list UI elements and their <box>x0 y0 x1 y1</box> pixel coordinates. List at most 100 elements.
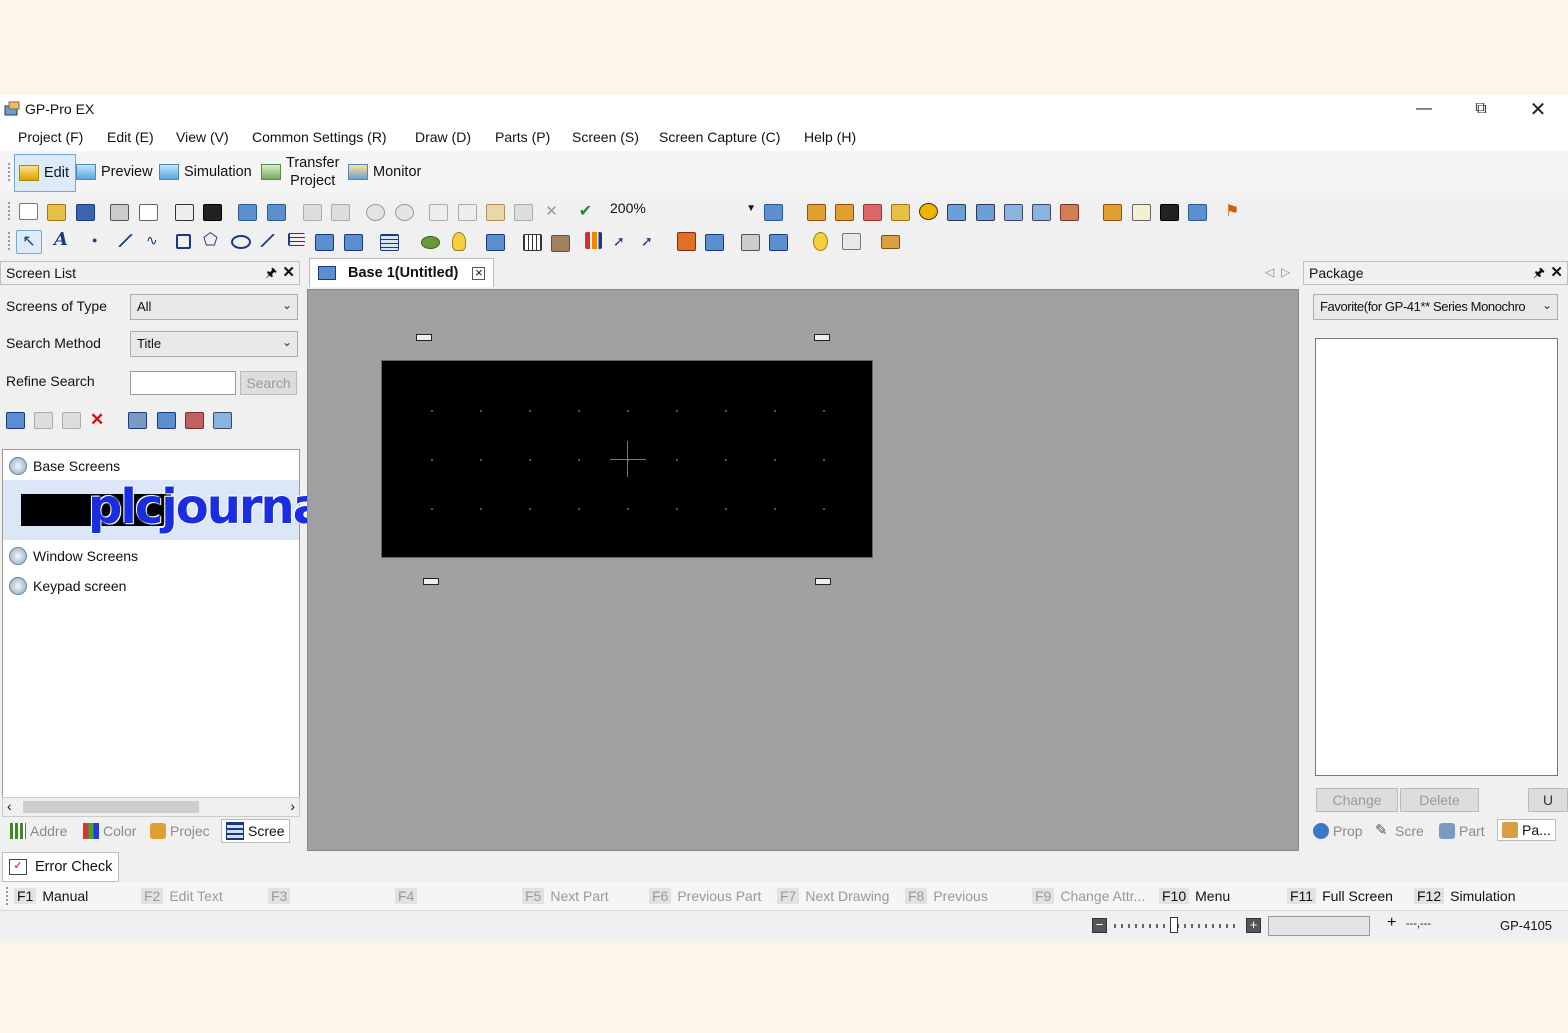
print-preview-icon[interactable] <box>139 204 158 221</box>
alarm-icon[interactable] <box>677 232 696 251</box>
video-icon[interactable] <box>1188 204 1207 221</box>
text-table-icon[interactable] <box>947 204 966 221</box>
script-icon[interactable] <box>1132 204 1151 221</box>
bulb-icon[interactable] <box>452 232 466 251</box>
f4-button[interactable]: F4 <box>395 888 423 904</box>
f2-button[interactable]: F2 Edit Text <box>141 888 223 904</box>
open-screen-icon[interactable] <box>267 204 286 221</box>
undo-icon[interactable] <box>366 204 385 221</box>
polyline-tool-icon[interactable]: ∿ <box>146 233 161 247</box>
screen-list-view-icon[interactable] <box>157 412 176 429</box>
f11-button[interactable]: F11 Full Screen <box>1287 888 1393 904</box>
address-icon[interactable] <box>807 204 826 221</box>
hmi-screen[interactable] <box>381 360 873 558</box>
data-table-icon[interactable] <box>523 234 542 251</box>
special-tool-icon[interactable] <box>842 233 861 250</box>
f3-button[interactable]: F3 <box>268 888 296 904</box>
transfer-icon-small[interactable] <box>175 204 194 221</box>
f12-button[interactable]: F12 Simulation <box>1414 888 1516 904</box>
screen-sort-icon[interactable] <box>213 412 232 429</box>
zoom-out-icon[interactable]: − <box>1092 918 1107 933</box>
close-all-icon[interactable] <box>331 204 350 221</box>
screens-of-type-select[interactable]: All ⌄ <box>130 294 298 320</box>
menu-screen[interactable]: Screen (S) <box>572 129 639 145</box>
lamp-base-icon[interactable] <box>421 236 440 249</box>
f1-button[interactable]: F1 Manual <box>14 888 88 904</box>
parts-list-icon[interactable] <box>863 204 882 221</box>
menu-help[interactable]: Help (H) <box>804 129 856 145</box>
document-tab[interactable]: Base 1(Untitled) × <box>309 258 495 287</box>
dot-tool-icon[interactable]: ● <box>92 236 107 249</box>
tab-project[interactable]: Projec <box>150 823 210 839</box>
cut-icon[interactable] <box>429 204 448 221</box>
close-panel-icon[interactable]: ✕ <box>1550 263 1563 281</box>
open-folder-icon[interactable] <box>47 204 66 221</box>
tab-scroll-right-icon[interactable]: ▷ <box>1281 265 1290 279</box>
tab-package[interactable]: Pa... <box>1497 819 1556 841</box>
restore-button[interactable]: ⧉ <box>1452 95 1510 123</box>
new-project-icon[interactable] <box>19 203 38 220</box>
message-display-icon[interactable] <box>769 234 788 251</box>
f10-button[interactable]: F10 Menu <box>1159 888 1230 904</box>
redo-icon[interactable] <box>395 204 414 221</box>
refine-search-input[interactable] <box>130 371 236 395</box>
delete-button[interactable]: Delete <box>1400 788 1479 812</box>
tree-horizontal-scrollbar[interactable]: ‹ › <box>2 797 300 817</box>
search-button[interactable]: Search <box>240 371 297 395</box>
toolbar-grip[interactable] <box>8 163 12 181</box>
resize-handle[interactable] <box>416 334 432 341</box>
ellipse-tool-icon[interactable] <box>231 235 251 249</box>
symbol-icon[interactable] <box>1004 204 1023 221</box>
delete-screen-icon[interactable]: ✕ <box>90 411 107 428</box>
toolbar-grip[interactable] <box>8 232 12 250</box>
menu-common-settings[interactable]: Common Settings (R) <box>252 129 387 145</box>
image-tool-icon[interactable] <box>344 234 363 251</box>
package-tool-icon[interactable] <box>881 235 900 249</box>
close-button[interactable]: ✕ <box>1509 95 1567 123</box>
zoom-in-icon[interactable]: + <box>1246 918 1261 933</box>
text-tool-icon[interactable]: A <box>54 231 71 249</box>
copy-screen-icon[interactable] <box>34 412 53 429</box>
close-tab-icon[interactable]: × <box>472 266 486 280</box>
package-list[interactable] <box>1315 338 1558 776</box>
close-panel-icon[interactable]: ✕ <box>282 263 295 281</box>
paste-icon[interactable] <box>486 204 505 221</box>
f8-button[interactable]: F8 Previous <box>905 888 988 904</box>
tree-node-base-screens[interactable]: Base Screens <box>9 457 120 475</box>
pin-icon[interactable]: 🖈 <box>265 264 277 286</box>
rectangle-tool-icon[interactable] <box>176 234 191 249</box>
language-icon[interactable] <box>976 204 995 221</box>
f7-button[interactable]: F7 Next Drawing <box>777 888 889 904</box>
select-arrow-icon[interactable]: ↖ <box>16 230 42 254</box>
menu-project[interactable]: Project (F) <box>18 129 83 145</box>
table-tool-icon[interactable] <box>380 234 399 251</box>
camera-icon[interactable] <box>203 204 222 221</box>
resize-handle[interactable] <box>814 334 830 341</box>
f9-button[interactable]: F9 Change Attr... <box>1032 888 1145 904</box>
paste-screen-icon[interactable] <box>62 412 81 429</box>
arc-tool-icon[interactable] <box>260 234 275 247</box>
menu-edit[interactable]: Edit (E) <box>107 129 154 145</box>
minimize-button[interactable]: — <box>1395 95 1453 123</box>
duplicate-icon[interactable] <box>514 204 533 221</box>
f5-button[interactable]: F5 Next Part <box>522 888 609 904</box>
tab-screen-list[interactable]: Scree <box>221 819 290 843</box>
screen-import-icon[interactable] <box>185 412 204 429</box>
flag-icon[interactable]: ⚑ <box>1225 204 1242 220</box>
tab-address[interactable]: Addre <box>10 823 67 839</box>
tree-node-window-screens[interactable]: Window Screens <box>9 547 138 565</box>
delete-icon[interactable]: ✕ <box>543 204 560 219</box>
monitor-mode-button[interactable]: Monitor <box>348 154 421 190</box>
tab-screen[interactable]: ✎ Scre <box>1375 823 1424 840</box>
pin-icon[interactable]: 🖈 <box>1533 264 1545 286</box>
f6-button[interactable]: F6 Previous Part <box>649 888 761 904</box>
switch-tool-icon[interactable] <box>315 234 334 251</box>
picture-display-icon[interactable] <box>741 234 760 251</box>
tree-node-keypad-screen[interactable]: Keypad screen <box>9 577 126 595</box>
numeric-display-icon[interactable] <box>486 234 505 251</box>
tab-color[interactable]: Color <box>83 823 136 839</box>
save-icon[interactable] <box>76 204 95 221</box>
window-display-icon[interactable] <box>705 234 724 251</box>
scroll-left-icon[interactable]: ‹ <box>7 798 12 814</box>
key-icon[interactable] <box>891 204 910 221</box>
